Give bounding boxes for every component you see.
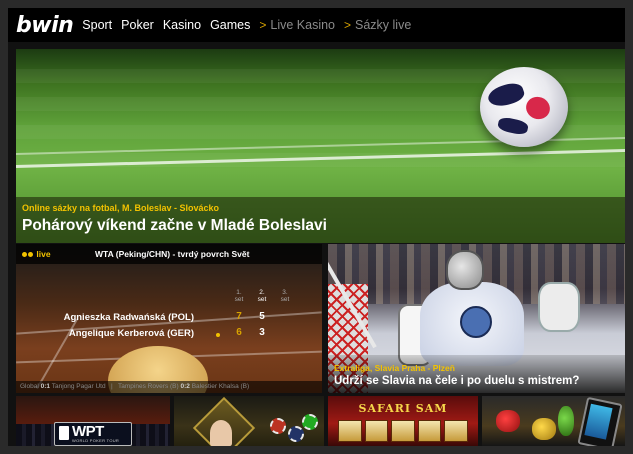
tablet-icon <box>577 396 623 446</box>
story-kicker[interactable]: Extraliga, Slavia Praha - Plzeň <box>334 363 455 373</box>
story-caption: Extraliga, Slavia Praha - Plzeň Udrží se… <box>328 355 625 393</box>
trophy-icon <box>532 418 556 440</box>
promo-tile-games[interactable]: SAFARI SAM <box>328 396 478 446</box>
page-frame: bwin Sport Poker Kasino Games > Live Kas… <box>8 8 625 446</box>
casino-chip-icon <box>302 414 318 430</box>
set-score: 5 <box>259 311 265 322</box>
chevron-right-icon: > <box>344 18 352 32</box>
nav-kasino[interactable]: Kasino <box>163 18 201 32</box>
story-title[interactable]: Udrží se Slavia na čele i po duelu s mis… <box>334 375 579 387</box>
promo-tile-offers[interactable] <box>482 396 625 446</box>
bwin-logo[interactable]: bwin <box>16 13 74 38</box>
casino-chip-icon <box>288 426 304 442</box>
card-icon <box>59 426 69 440</box>
promo-tile-casino[interactable] <box>174 396 324 446</box>
set-header: 2. set <box>257 289 267 303</box>
dealer-image <box>210 420 232 446</box>
nav-poker[interactable]: Poker <box>121 18 154 32</box>
story-card[interactable]: Extraliga, Slavia Praha - Plzeň Udrží se… <box>328 244 625 393</box>
boxing-glove-icon <box>496 410 520 432</box>
live-score-panel[interactable]: live WTA (Peking/CHN) - tvrdý povrch Svě… <box>16 244 322 393</box>
player-name: Angelique Kerberová (GER) <box>68 328 194 339</box>
serve-indicator-icon <box>216 333 220 337</box>
score-ticker: Global 0:1 Tanjong Pagar Utd | Tampines … <box>16 381 322 393</box>
chevron-right-icon: > <box>259 18 267 32</box>
set-header: 1. set <box>234 289 244 303</box>
match-title[interactable]: WTA (Peking/CHN) - tvrdý povrch Svět <box>95 249 249 259</box>
set-header: 3. set <box>280 289 290 303</box>
live-dot-icon <box>28 252 33 257</box>
top-nav: bwin Sport Poker Kasino Games > Live Kas… <box>8 8 625 42</box>
casino-chip-icon <box>270 418 286 434</box>
live-score-header: live WTA (Peking/CHN) - tvrdý povrch Svě… <box>16 244 322 264</box>
set-score: 7 <box>236 311 242 322</box>
nav-live-kasino[interactable]: Live Kasino <box>270 18 335 32</box>
team-logo-icon <box>460 306 492 338</box>
set-score: 3 <box>259 327 265 338</box>
live-badge: live <box>22 249 51 259</box>
set-score: 6 <box>236 327 242 338</box>
bottle-icon <box>558 406 574 436</box>
nav-games[interactable]: Games <box>210 18 250 32</box>
nav-sazky-live[interactable]: Sázky live <box>355 18 411 32</box>
wpt-logo: WPT WORLD POKER TOUR <box>54 422 132 446</box>
goalie-helmet-image <box>446 250 484 290</box>
safari-sam-logo: SAFARI SAM <box>358 402 448 415</box>
hero-banner[interactable]: Online sázky na fotbal, M. Boleslav - Sl… <box>16 49 625 243</box>
hero-title[interactable]: Pohárový víkend začne v Mladé Boleslavi <box>22 217 327 235</box>
hero-caption: Online sázky na fotbal, M. Boleslav - Sl… <box>16 197 625 243</box>
slot-reels-image <box>338 420 468 442</box>
football-image <box>480 67 568 147</box>
live-dot-icon <box>22 252 27 257</box>
promo-tile-poker[interactable]: WPT WORLD POKER TOUR <box>16 396 170 446</box>
goalie-glove-image <box>538 282 580 332</box>
hero-kicker[interactable]: Online sázky na fotbal, M. Boleslav - Sl… <box>22 203 219 213</box>
nav-sport[interactable]: Sport <box>82 18 112 32</box>
player-name: Agnieszka Radwańská (POL) <box>63 312 194 323</box>
